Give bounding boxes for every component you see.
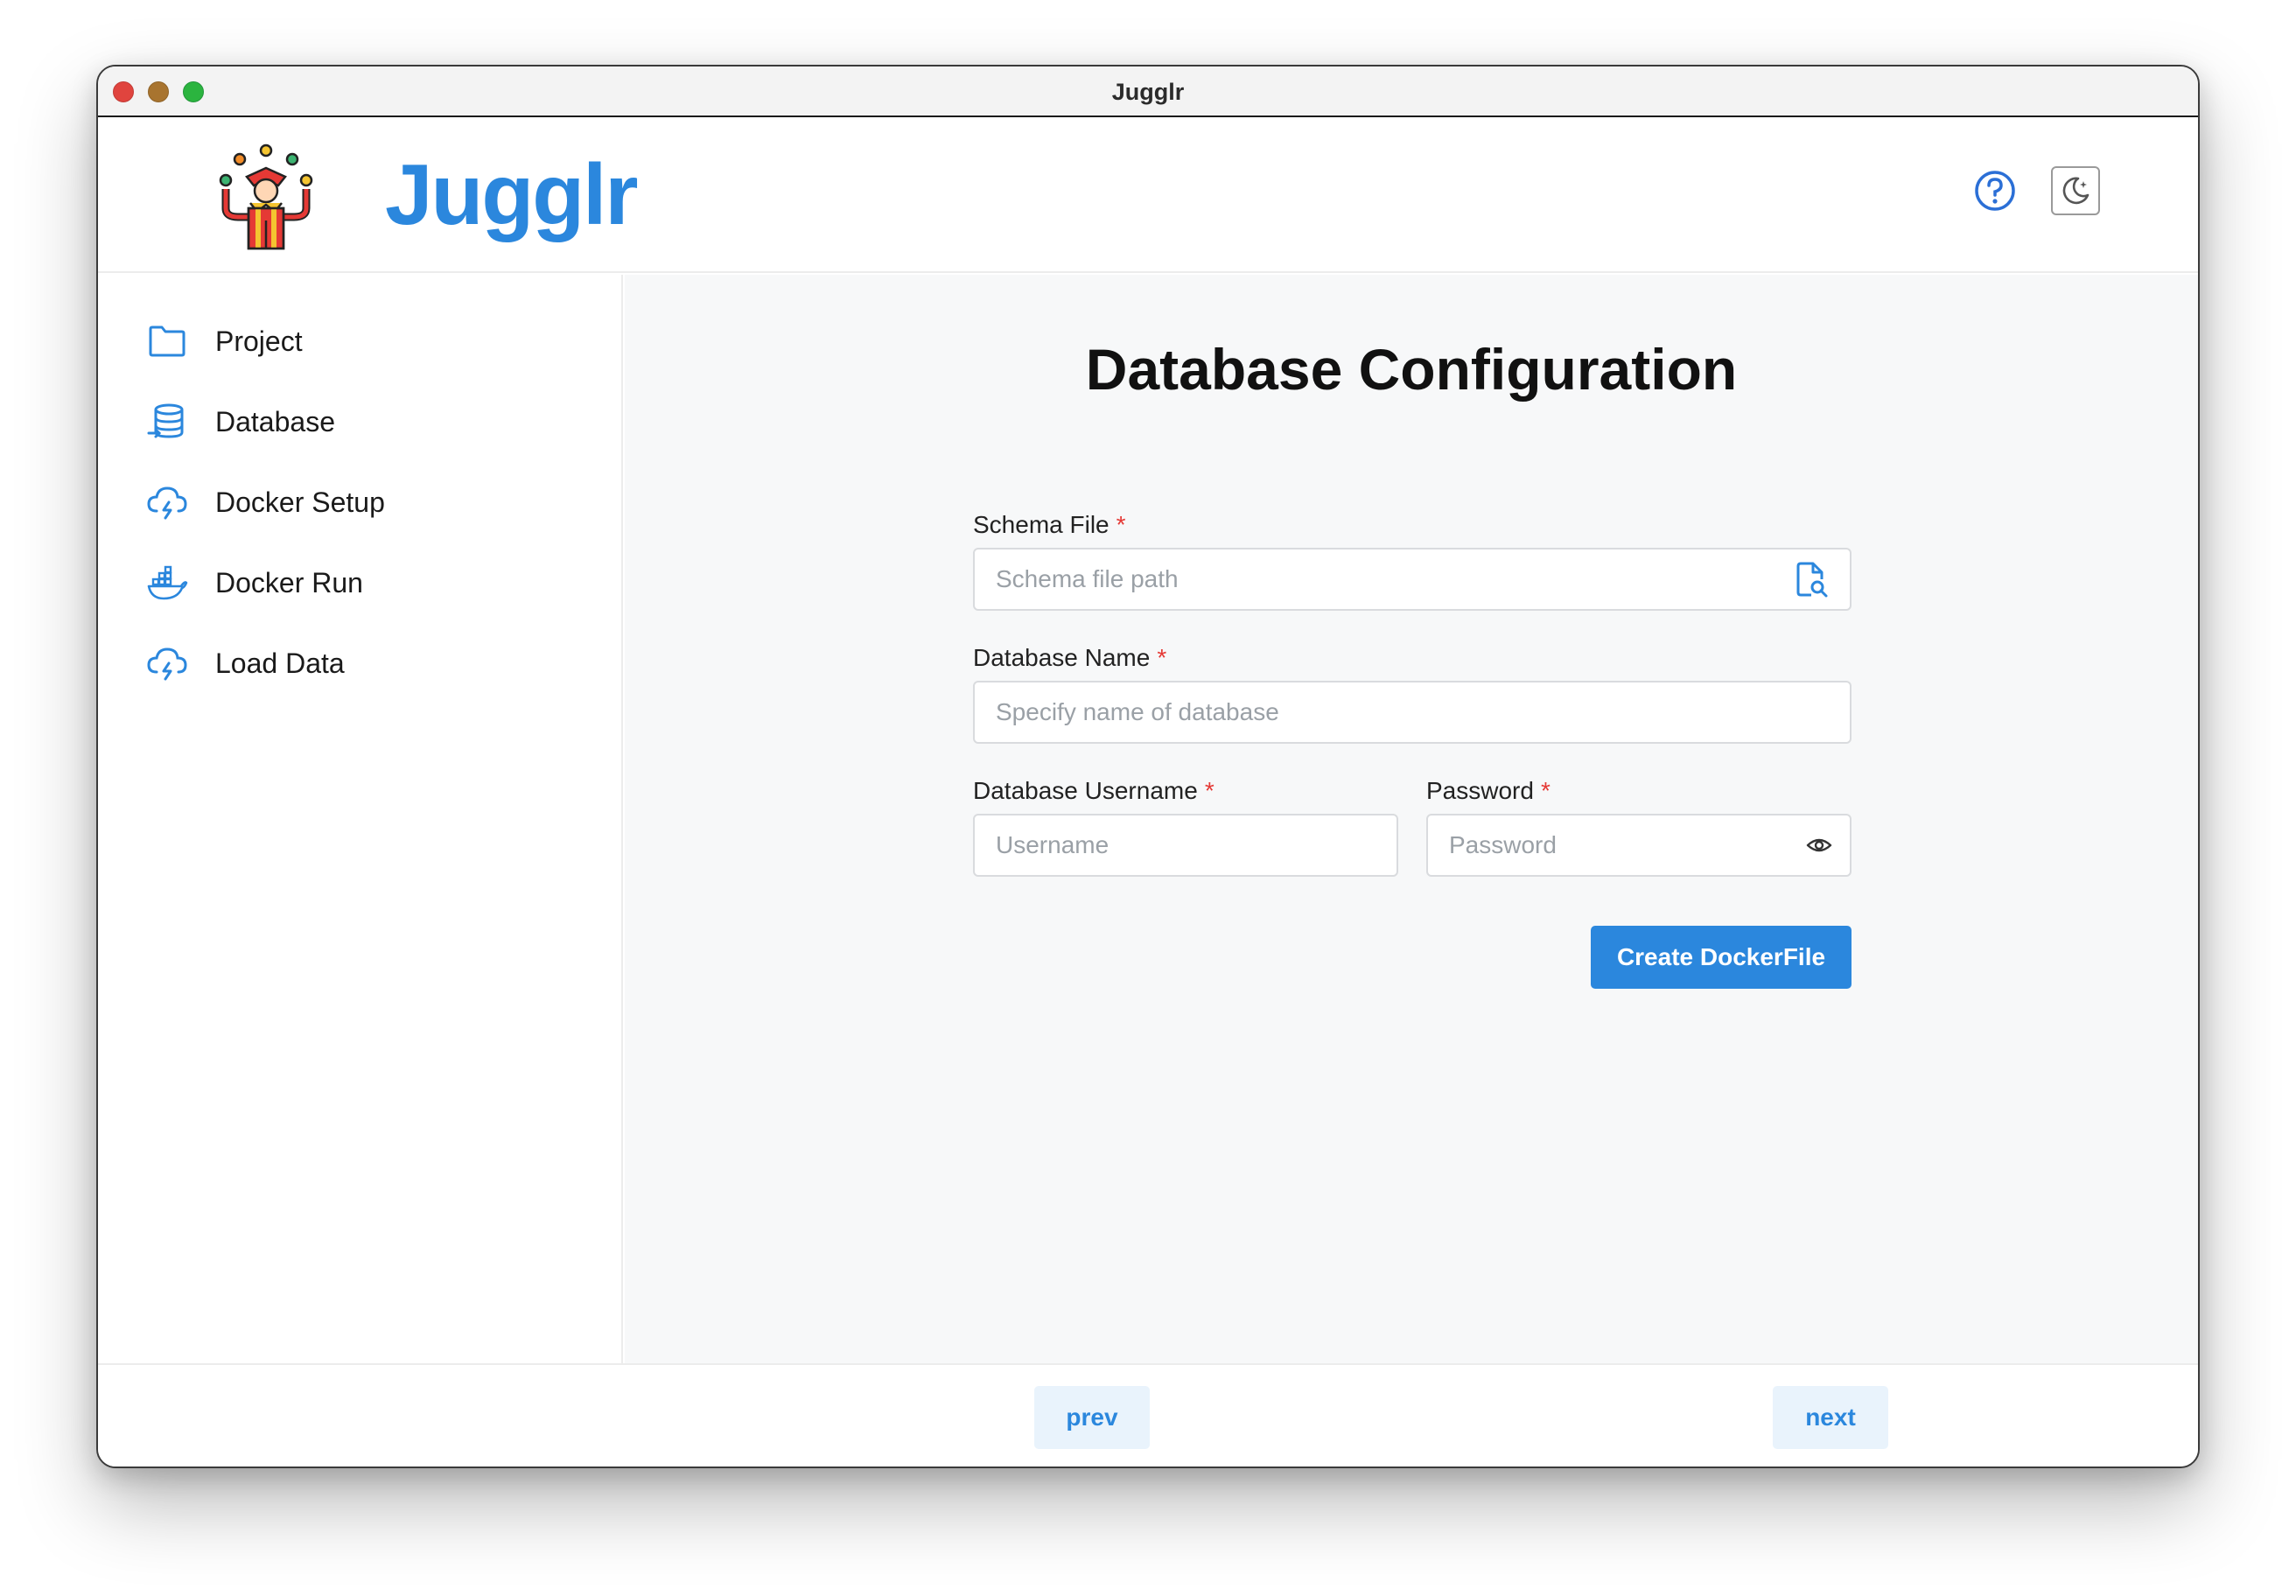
window-title: Jugglr xyxy=(1111,79,1185,105)
page-title: Database Configuration xyxy=(1085,337,1738,402)
sidebar-item-database[interactable]: Database xyxy=(145,396,600,448)
database-username-label: Database Username * xyxy=(973,777,1214,804)
sidebar-item-project[interactable]: Project xyxy=(145,315,600,368)
database-import-icon xyxy=(145,400,189,444)
required-indicator: * xyxy=(1157,644,1167,671)
brand-title: Jugglr xyxy=(385,146,638,242)
sidebar-item-label: Load Data xyxy=(215,647,345,679)
sidebar-item-label: Database xyxy=(215,405,335,438)
prev-button[interactable]: prev xyxy=(1034,1386,1150,1449)
create-dockerfile-button[interactable]: Create DockerFile xyxy=(1591,926,1852,989)
docker-icon xyxy=(145,561,189,605)
sidebar: Project Database Docker Setup Docker Run… xyxy=(98,275,623,1363)
required-indicator: * xyxy=(1116,511,1126,538)
sidebar-item-label: Project xyxy=(215,325,303,357)
cloud-lightning-icon xyxy=(145,480,189,524)
help-button[interactable] xyxy=(1972,168,2018,214)
next-button[interactable]: next xyxy=(1773,1386,1888,1449)
eye-icon[interactable] xyxy=(1806,835,1832,860)
sidebar-item-label: Docker Setup xyxy=(215,486,385,518)
app-header: Jugglr xyxy=(98,119,2198,273)
sidebar-item-load-data[interactable]: Load Data xyxy=(145,637,600,690)
schema-file-label: Schema File * xyxy=(973,511,1126,538)
database-name-input[interactable] xyxy=(973,681,1852,744)
file-search-icon[interactable] xyxy=(1794,560,1829,603)
title-bar: Jugglr xyxy=(98,66,2198,117)
help-circle-icon xyxy=(1975,171,2015,211)
database-name-label: Database Name * xyxy=(973,644,1167,671)
cloud-lightning-icon xyxy=(145,641,189,685)
username-input[interactable] xyxy=(973,814,1398,877)
sidebar-item-docker-run[interactable]: Docker Run xyxy=(145,556,600,609)
schema-file-input[interactable] xyxy=(973,548,1852,611)
sidebar-item-docker-setup[interactable]: Docker Setup xyxy=(145,476,600,528)
password-input[interactable] xyxy=(1426,814,1852,877)
folder-icon xyxy=(145,319,189,363)
password-label: Password * xyxy=(1426,777,1550,804)
app-window: Jugglr Jugglr Project Database Docker Se… xyxy=(96,65,2200,1468)
juggler-logo-icon xyxy=(219,144,313,250)
main-content: Database Configuration Schema File* Data… xyxy=(625,275,2198,1363)
required-indicator: * xyxy=(1540,777,1550,804)
moon-star-icon xyxy=(2062,177,2090,205)
required-indicator: * xyxy=(1204,777,1214,804)
sidebar-item-label: Docker Run xyxy=(215,566,363,598)
footer-nav: prev next xyxy=(98,1363,2198,1466)
theme-toggle-button[interactable] xyxy=(2051,166,2100,215)
